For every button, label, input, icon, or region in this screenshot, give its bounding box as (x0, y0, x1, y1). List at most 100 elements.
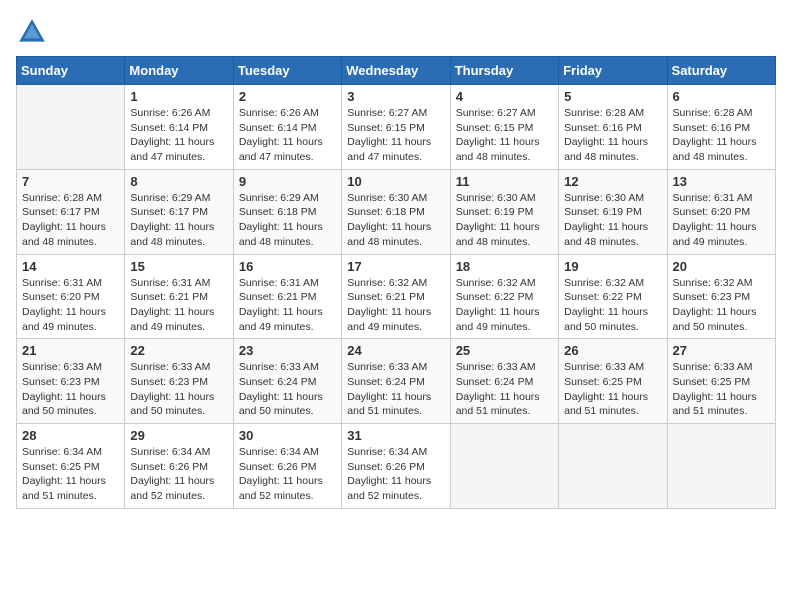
calendar-cell: 21 Sunrise: 6:33 AMSunset: 6:23 PMDayligh… (17, 339, 125, 424)
day-info: Sunrise: 6:33 AMSunset: 6:24 PMDaylight:… (456, 360, 553, 419)
calendar-cell: 7 Sunrise: 6:28 AMSunset: 6:17 PMDaylight… (17, 169, 125, 254)
day-info: Sunrise: 6:28 AMSunset: 6:17 PMDaylight:… (22, 191, 119, 250)
calendar-cell: 6 Sunrise: 6:28 AMSunset: 6:16 PMDaylight… (667, 85, 775, 170)
calendar-cell: 13 Sunrise: 6:31 AMSunset: 6:20 PMDayligh… (667, 169, 775, 254)
calendar-cell: 26Sunrise: 6:33 AMSunset: 6:25 PMDayligh… (559, 339, 667, 424)
calendar-cell: 18 Sunrise: 6:32 AMSunset: 6:22 PMDayligh… (450, 254, 558, 339)
calendar-cell (17, 85, 125, 170)
day-info: Sunrise: 6:29 AMSunset: 6:18 PMDaylight:… (239, 191, 336, 250)
calendar-cell: 10Sunrise: 6:30 AMSunset: 6:18 PMDayligh… (342, 169, 450, 254)
calendar-cell: 2 Sunrise: 6:26 AMSunset: 6:14 PMDaylight… (233, 85, 341, 170)
day-number: 23 (239, 343, 336, 358)
calendar-cell: 31Sunrise: 6:34 AMSunset: 6:26 PMDayligh… (342, 424, 450, 509)
day-number: 7 (22, 174, 119, 189)
day-number: 18 (456, 259, 553, 274)
day-info: Sunrise: 6:34 AMSunset: 6:26 PMDaylight:… (347, 445, 444, 504)
calendar-week-2: 7 Sunrise: 6:28 AMSunset: 6:17 PMDaylight… (17, 169, 776, 254)
day-info: Sunrise: 6:33 AMSunset: 6:24 PMDaylight:… (239, 360, 336, 419)
day-info: Sunrise: 6:34 AMSunset: 6:26 PMDaylight:… (239, 445, 336, 504)
day-number: 24 (347, 343, 444, 358)
calendar-cell: 28 Sunrise: 6:34 AMSunset: 6:25 PMDayligh… (17, 424, 125, 509)
day-info: Sunrise: 6:31 AMSunset: 6:21 PMDaylight:… (239, 276, 336, 335)
day-number: 4 (456, 89, 553, 104)
day-info: Sunrise: 6:26 AMSunset: 6:14 PMDaylight:… (130, 106, 227, 165)
day-info: Sunrise: 6:31 AMSunset: 6:20 PMDaylight:… (673, 191, 770, 250)
day-info: Sunrise: 6:33 AMSunset: 6:24 PMDaylight:… (347, 360, 444, 419)
calendar-cell: 5 Sunrise: 6:28 AMSunset: 6:16 PMDaylight… (559, 85, 667, 170)
calendar-cell: 29Sunrise: 6:34 AMSunset: 6:26 PMDayligh… (125, 424, 233, 509)
logo-icon (16, 16, 48, 48)
calendar-cell: 30 Sunrise: 6:34 AMSunset: 6:26 PMDayligh… (233, 424, 341, 509)
day-number: 8 (130, 174, 227, 189)
calendar-cell: 17 Sunrise: 6:32 AMSunset: 6:21 PMDayligh… (342, 254, 450, 339)
day-number: 30 (239, 428, 336, 443)
day-number: 15 (130, 259, 227, 274)
day-info: Sunrise: 6:31 AMSunset: 6:20 PMDaylight:… (22, 276, 119, 335)
day-number: 6 (673, 89, 770, 104)
calendar-table: SundayMondayTuesdayWednesdayThursdayFrid… (16, 56, 776, 509)
day-number: 19 (564, 259, 661, 274)
calendar-cell: 25 Sunrise: 6:33 AMSunset: 6:24 PMDayligh… (450, 339, 558, 424)
day-info: Sunrise: 6:33 AMSunset: 6:23 PMDaylight:… (22, 360, 119, 419)
calendar-cell: 4 Sunrise: 6:27 AMSunset: 6:15 PMDaylight… (450, 85, 558, 170)
calendar-cell: 15Sunrise: 6:31 AMSunset: 6:21 PMDayligh… (125, 254, 233, 339)
calendar-cell: 8 Sunrise: 6:29 AMSunset: 6:17 PMDaylight… (125, 169, 233, 254)
calendar-cell: 11 Sunrise: 6:30 AMSunset: 6:19 PMDayligh… (450, 169, 558, 254)
day-number: 14 (22, 259, 119, 274)
day-info: Sunrise: 6:33 AMSunset: 6:23 PMDaylight:… (130, 360, 227, 419)
calendar-cell: 22 Sunrise: 6:33 AMSunset: 6:23 PMDayligh… (125, 339, 233, 424)
day-number: 1 (130, 89, 227, 104)
day-info: Sunrise: 6:34 AMSunset: 6:25 PMDaylight:… (22, 445, 119, 504)
weekday-header-monday: Monday (125, 57, 233, 85)
calendar-cell: 16 Sunrise: 6:31 AMSunset: 6:21 PMDayligh… (233, 254, 341, 339)
calendar-cell: 14 Sunrise: 6:31 AMSunset: 6:20 PMDayligh… (17, 254, 125, 339)
calendar-cell (450, 424, 558, 509)
day-number: 17 (347, 259, 444, 274)
calendar-week-1: 1 Sunrise: 6:26 AMSunset: 6:14 PMDaylight… (17, 85, 776, 170)
calendar-cell: 9Sunrise: 6:29 AMSunset: 6:18 PMDaylight… (233, 169, 341, 254)
calendar-week-4: 21 Sunrise: 6:33 AMSunset: 6:23 PMDayligh… (17, 339, 776, 424)
day-info: Sunrise: 6:30 AMSunset: 6:19 PMDaylight:… (564, 191, 661, 250)
page-header (16, 16, 776, 48)
calendar-cell: 27 Sunrise: 6:33 AMSunset: 6:25 PMDayligh… (667, 339, 775, 424)
calendar-week-5: 28 Sunrise: 6:34 AMSunset: 6:25 PMDayligh… (17, 424, 776, 509)
calendar-cell: 23 Sunrise: 6:33 AMSunset: 6:24 PMDayligh… (233, 339, 341, 424)
calendar-cell: 19 Sunrise: 6:32 AMSunset: 6:22 PMDayligh… (559, 254, 667, 339)
calendar-cell: 3 Sunrise: 6:27 AMSunset: 6:15 PMDaylight… (342, 85, 450, 170)
day-info: Sunrise: 6:32 AMSunset: 6:22 PMDaylight:… (456, 276, 553, 335)
day-info: Sunrise: 6:32 AMSunset: 6:22 PMDaylight:… (564, 276, 661, 335)
day-info: Sunrise: 6:32 AMSunset: 6:21 PMDaylight:… (347, 276, 444, 335)
day-number: 27 (673, 343, 770, 358)
day-info: Sunrise: 6:33 AMSunset: 6:25 PMDaylight:… (673, 360, 770, 419)
day-info: Sunrise: 6:30 AMSunset: 6:19 PMDaylight:… (456, 191, 553, 250)
day-number: 16 (239, 259, 336, 274)
logo (16, 16, 52, 48)
day-info: Sunrise: 6:28 AMSunset: 6:16 PMDaylight:… (673, 106, 770, 165)
day-info: Sunrise: 6:27 AMSunset: 6:15 PMDaylight:… (456, 106, 553, 165)
day-info: Sunrise: 6:33 AMSunset: 6:25 PMDaylight:… (564, 360, 661, 419)
weekday-header-thursday: Thursday (450, 57, 558, 85)
day-info: Sunrise: 6:26 AMSunset: 6:14 PMDaylight:… (239, 106, 336, 165)
day-number: 12 (564, 174, 661, 189)
day-info: Sunrise: 6:28 AMSunset: 6:16 PMDaylight:… (564, 106, 661, 165)
weekday-header-tuesday: Tuesday (233, 57, 341, 85)
day-number: 28 (22, 428, 119, 443)
weekday-header-friday: Friday (559, 57, 667, 85)
day-info: Sunrise: 6:27 AMSunset: 6:15 PMDaylight:… (347, 106, 444, 165)
day-number: 22 (130, 343, 227, 358)
day-number: 25 (456, 343, 553, 358)
calendar-cell: 1 Sunrise: 6:26 AMSunset: 6:14 PMDaylight… (125, 85, 233, 170)
day-number: 20 (673, 259, 770, 274)
calendar-cell (667, 424, 775, 509)
calendar-body: 1 Sunrise: 6:26 AMSunset: 6:14 PMDaylight… (17, 85, 776, 509)
day-info: Sunrise: 6:30 AMSunset: 6:18 PMDaylight:… (347, 191, 444, 250)
day-info: Sunrise: 6:29 AMSunset: 6:17 PMDaylight:… (130, 191, 227, 250)
calendar-cell: 24 Sunrise: 6:33 AMSunset: 6:24 PMDayligh… (342, 339, 450, 424)
day-number: 5 (564, 89, 661, 104)
day-number: 11 (456, 174, 553, 189)
day-number: 3 (347, 89, 444, 104)
day-number: 13 (673, 174, 770, 189)
day-number: 21 (22, 343, 119, 358)
day-number: 2 (239, 89, 336, 104)
weekday-header-sunday: Sunday (17, 57, 125, 85)
